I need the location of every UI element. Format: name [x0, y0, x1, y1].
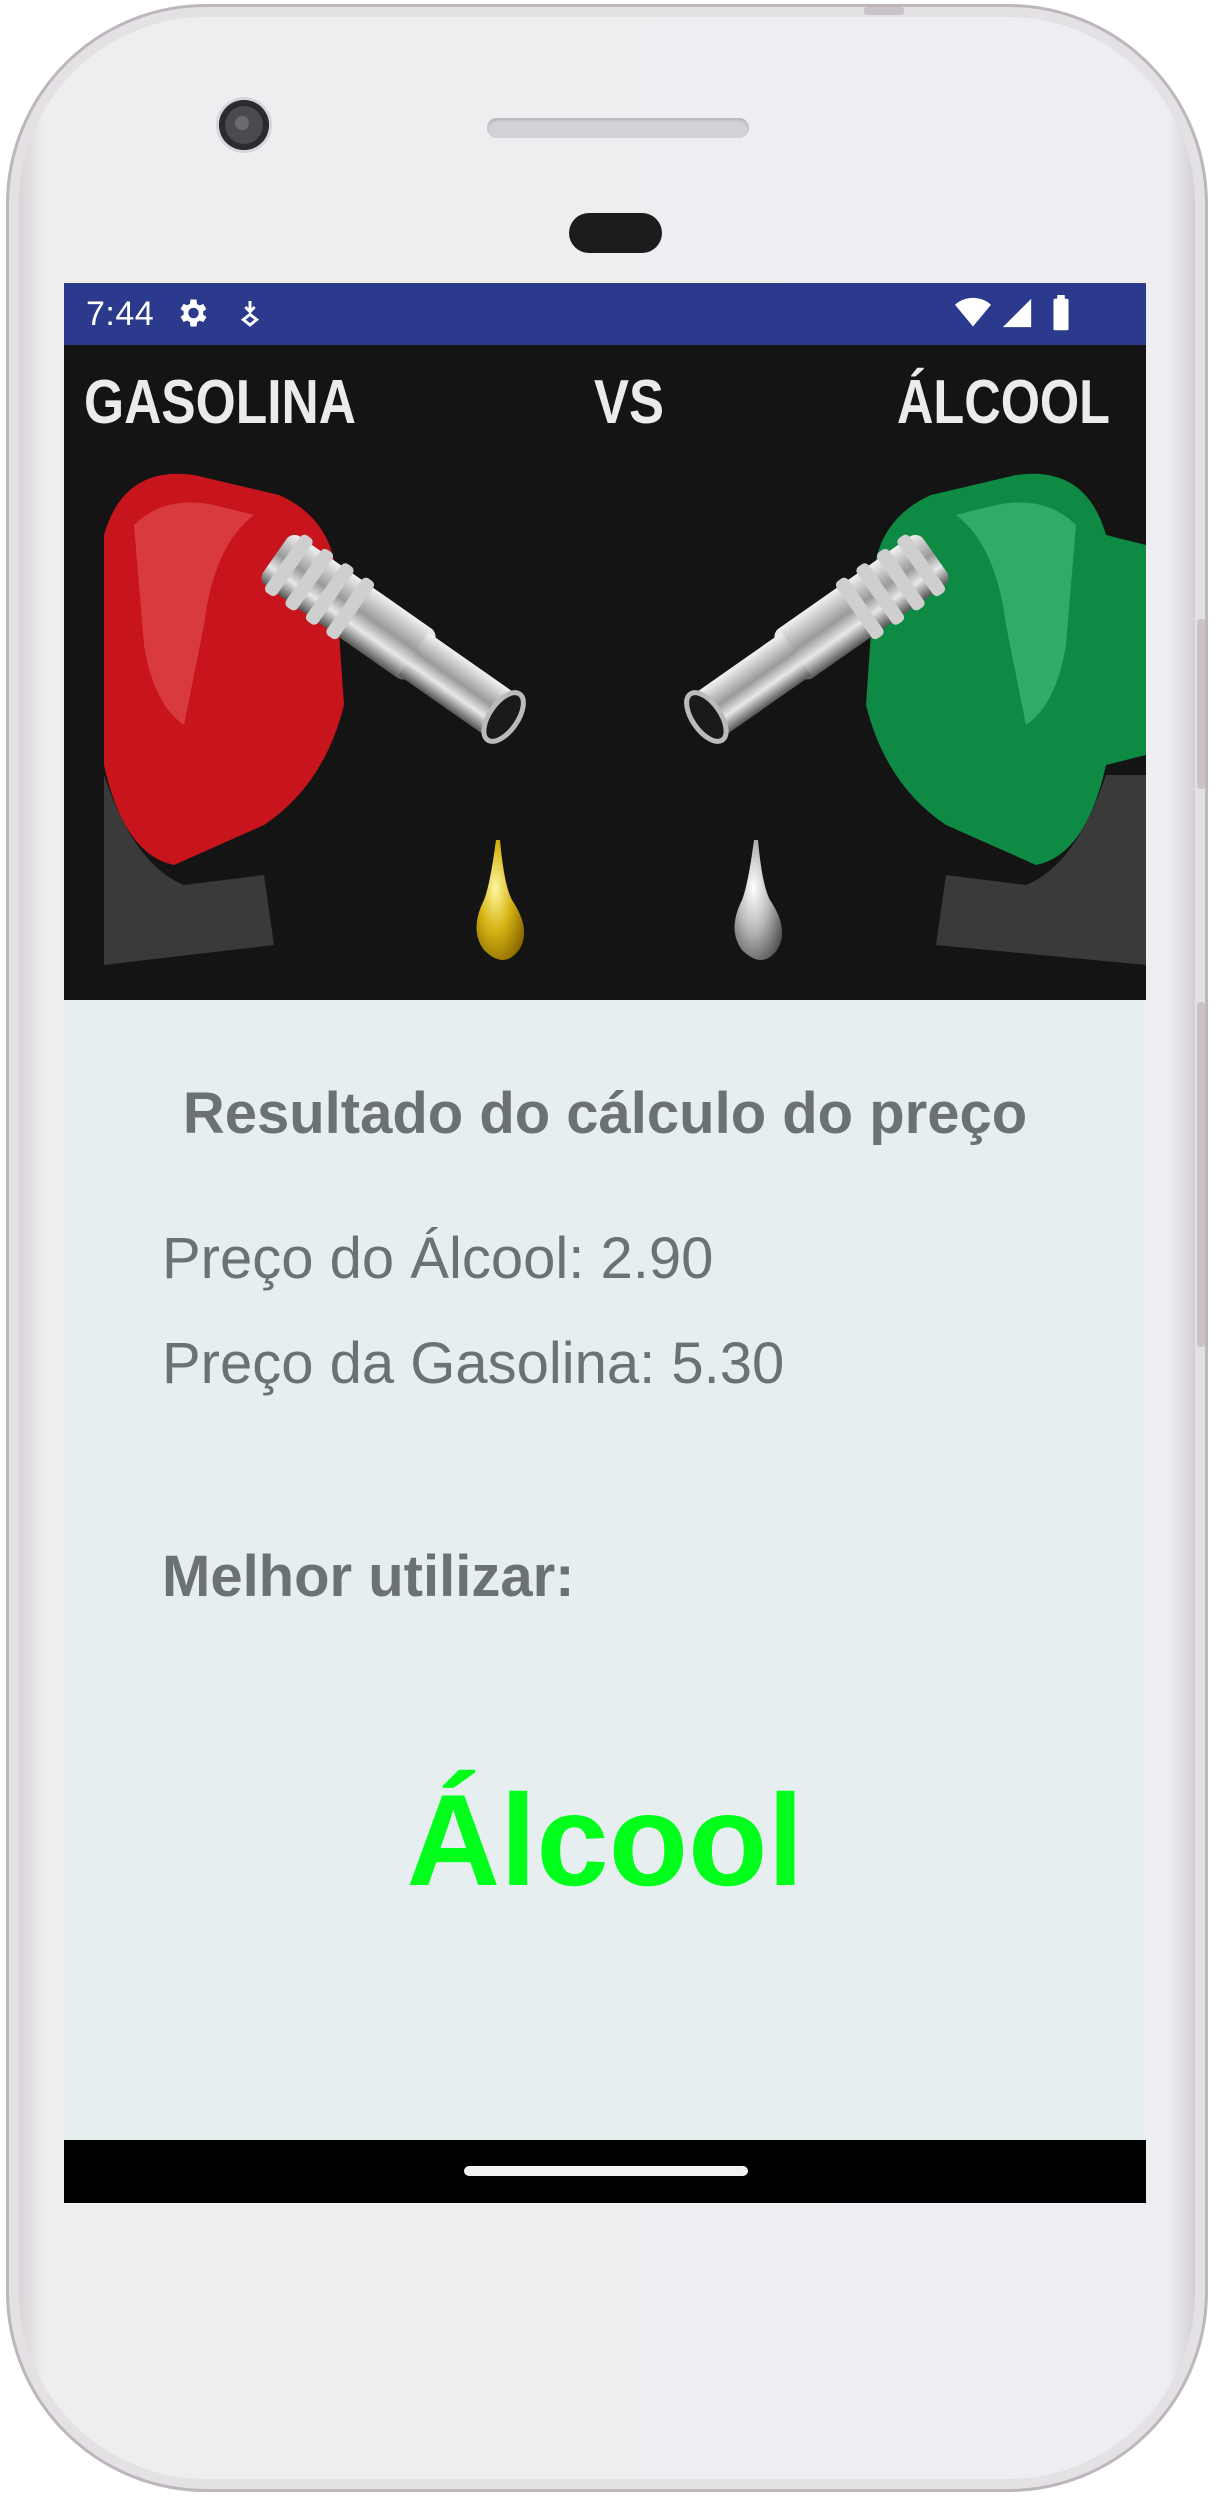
power-button — [1197, 619, 1205, 789]
hero-left-label: GASOLINA — [84, 368, 356, 437]
earpiece-speaker — [487, 118, 749, 138]
front-camera — [219, 100, 269, 150]
gasoline-price-text: Preço da Gasolina: 5.30 — [162, 1331, 785, 1396]
proximity-sensor — [569, 213, 662, 253]
best-option-result: Álcool — [406, 1767, 804, 1913]
home-gesture-handle[interactable] — [464, 2166, 748, 2176]
result-panel: Resultado do cálculo do preço Preço do Á… — [64, 1000, 1146, 2140]
app-screen: 7:44 GASOLINA VS ÁLCOOL Resultado do cál… — [64, 283, 1146, 2203]
wifi-icon — [954, 295, 992, 336]
best-option-label: Melhor utilizar: — [162, 1544, 575, 1609]
status-time: 7:44 — [86, 295, 155, 333]
download-icon — [234, 295, 266, 336]
battery-icon — [1050, 295, 1072, 336]
volume-button — [1197, 1002, 1205, 1347]
signal-icon — [1000, 295, 1034, 336]
alcohol-price-text: Preço do Álcool: 2.90 — [162, 1226, 714, 1291]
fuel-comparison-banner: GASOLINA VS ÁLCOOL — [64, 345, 1146, 1000]
hero-center-label: VS — [594, 368, 664, 437]
power-button-top — [864, 7, 904, 15]
navigation-bar — [64, 2140, 1146, 2203]
status-bar: 7:44 — [64, 283, 1146, 345]
hero-right-label: ÁLCOOL — [897, 368, 1110, 437]
gear-icon — [174, 295, 210, 336]
result-title: Resultado do cálculo do preço — [182, 1081, 1028, 1146]
